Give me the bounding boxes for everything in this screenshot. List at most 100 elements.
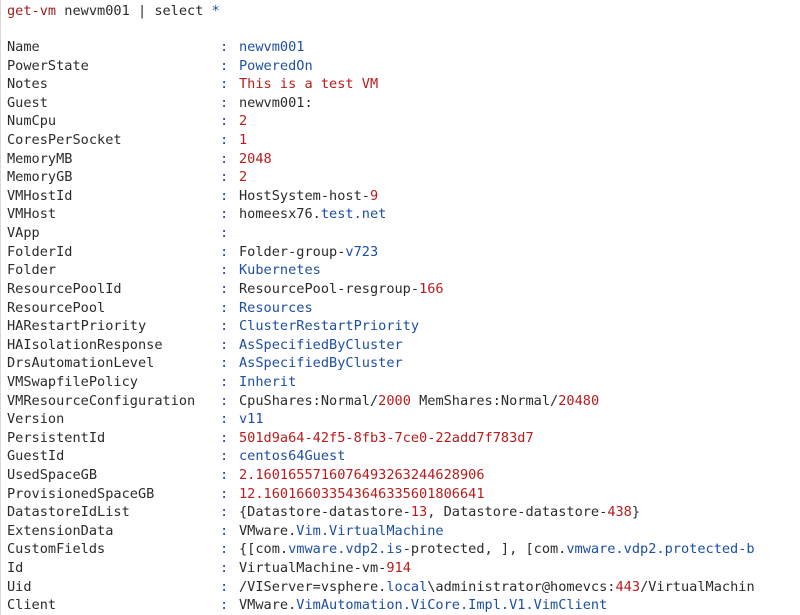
property-separator: :	[220, 578, 229, 595]
property-separator: :	[220, 522, 229, 539]
property-separator: :	[220, 485, 229, 502]
property-row: ResourcePoolId: ResourcePool-resgroup-166	[1, 280, 800, 299]
property-separator: :	[220, 262, 229, 279]
value-segment: Folder-group-	[239, 243, 346, 260]
value-segment: VMware.	[239, 597, 297, 614]
property-name: MemoryMB	[7, 150, 73, 167]
value-segment: {Datastore-datastore-	[239, 504, 411, 521]
property-separator: :	[220, 597, 229, 614]
value-segment: 443	[615, 578, 641, 595]
property-value: centos64Guest	[239, 447, 345, 466]
property-value: newvm001:	[239, 94, 313, 113]
property-value: VirtualMachine-vm-914	[239, 559, 411, 578]
property-separator: :	[220, 448, 229, 465]
property-value: 2	[239, 168, 247, 187]
value-segment: -protected, ], [com.	[402, 541, 567, 558]
property-value: VMware.VimAutomation.ViCore.Impl.V1.VimC…	[239, 596, 607, 615]
property-value: Kubernetes	[239, 261, 321, 280]
property-value: ResourcePool-resgroup-166	[239, 280, 444, 299]
property-row: UsedSpaceGB:2.16016557160764932632446289…	[1, 466, 800, 485]
value-segment: /VIServer=vsphere.	[239, 578, 387, 595]
property-row: Name: newvm001	[1, 38, 800, 57]
property-value: AsSpecifiedByCluster	[239, 354, 403, 373]
value-segment: 438	[607, 504, 632, 521]
property-row: Client: VMware.VimAutomation.ViCore.Impl.…	[1, 596, 800, 615]
property-value: newvm001	[239, 38, 304, 57]
property-value: 2.1601655716076493263244628906	[239, 466, 485, 485]
property-value: CpuShares:Normal/2000 MemShares:Normal/2…	[239, 392, 599, 411]
value-segment: Vim.VirtualMachine	[296, 522, 444, 539]
property-value: 1	[239, 131, 247, 150]
property-value: This is a test VM	[239, 75, 378, 94]
property-name: Client	[7, 597, 57, 614]
property-separator: :	[220, 355, 229, 372]
property-separator: :	[220, 411, 229, 428]
value-segment: test	[320, 206, 354, 223]
property-row: Version: v11	[1, 410, 800, 429]
value-segment: v723	[345, 243, 379, 260]
property-row: VApp:	[1, 224, 800, 243]
property-row: VMHostId: HostSystem-host-9	[1, 187, 800, 206]
property-name: DatastoreIdList	[7, 504, 130, 521]
property-value: AsSpecifiedByCluster	[239, 336, 403, 355]
property-row: Folder: Kubernetes	[1, 261, 800, 280]
value-segment: Resources	[239, 299, 313, 316]
value-segment: PoweredOn	[239, 57, 313, 74]
property-row: HAIsolationResponse: AsSpecifiedByCluster	[1, 336, 800, 355]
property-name: ProvisionedSpaceGB	[7, 485, 155, 502]
property-value: 501d9a64-42f5-8fb3-7ce0-22add7f783d7	[239, 429, 534, 448]
property-value: {Datastore-datastore-13, Datastore-datas…	[239, 503, 640, 522]
property-name: DrsAutomationLevel	[7, 355, 155, 372]
command-arguments: newvm001 | select	[56, 3, 212, 19]
value-segment: 2.16016557160764932632446289	[239, 467, 469, 484]
property-separator: :	[220, 206, 229, 223]
property-row: ResourcePool: Resources	[1, 299, 800, 318]
property-name: Name	[7, 39, 40, 55]
powershell-console[interactable]: get-vm newvm001 | select * Name: newvm001…	[0, 0, 800, 615]
value-segment: CpuShares:Normal/	[239, 392, 379, 409]
property-separator: :	[220, 280, 229, 297]
value-segment: AsSpecifiedByCluster	[239, 355, 403, 372]
property-row: Notes: This is a test VM	[1, 75, 800, 94]
property-name: VMHost	[7, 206, 57, 223]
command-wildcard: *	[211, 3, 220, 19]
value-segment: 41	[468, 485, 485, 502]
value-segment: 2	[239, 169, 248, 186]
property-value: /VIServer=vsphere.local\administrator@ho…	[239, 578, 755, 597]
property-row: DatastoreIdList: {Datastore-datastore-13,…	[1, 503, 800, 522]
value-segment: 914	[386, 560, 411, 577]
property-name: Guest	[7, 94, 48, 111]
property-row: PersistentId:501d9a64-42f5-8fb3-7ce0-22a…	[1, 429, 800, 448]
property-value: 12.160166033543646335601806641	[239, 485, 485, 504]
property-row: GuestId: centos64Guest	[1, 447, 800, 466]
value-segment: {[com.	[239, 541, 289, 558]
property-list: Name: newvm001 PowerState: PoweredOn Notes: T…	[1, 38, 800, 615]
value-segment: 2	[239, 113, 248, 130]
property-separator: :	[220, 392, 229, 409]
property-separator: :	[220, 132, 229, 149]
value-segment: ClusterRestartPriority	[239, 318, 420, 335]
property-name: UsedSpaceGB	[7, 467, 98, 484]
property-name: PersistentId	[7, 429, 106, 446]
value-segment: , Datastore-datastore-	[427, 504, 608, 521]
value-segment: homeesx76.	[239, 206, 321, 223]
property-separator: :	[220, 373, 229, 390]
value-segment: vmware.vdp2.protected-b	[566, 541, 755, 558]
property-value: VMware.Vim.VirtualMachine	[239, 522, 444, 541]
property-name: HAIsolationResponse	[7, 336, 163, 353]
value-segment: 2000	[378, 392, 411, 409]
property-name: HARestartPriority	[7, 318, 147, 335]
property-separator: :	[220, 94, 229, 111]
property-row: MemoryMB:2048	[1, 150, 800, 169]
property-separator: :	[220, 76, 229, 93]
property-separator: :	[220, 429, 229, 446]
value-segment: 12.1601660335436463356018066	[239, 485, 469, 502]
property-separator: :	[220, 113, 229, 130]
value-segment: .net	[353, 206, 387, 223]
property-separator: :	[220, 560, 229, 577]
property-value: v11	[239, 410, 264, 429]
property-value: PoweredOn	[239, 57, 313, 76]
value-segment: HostSystem-host-	[239, 187, 370, 204]
command-line: get-vm newvm001 | select *	[7, 2, 220, 20]
value-segment: VirtualMachine-vm-	[239, 560, 387, 577]
